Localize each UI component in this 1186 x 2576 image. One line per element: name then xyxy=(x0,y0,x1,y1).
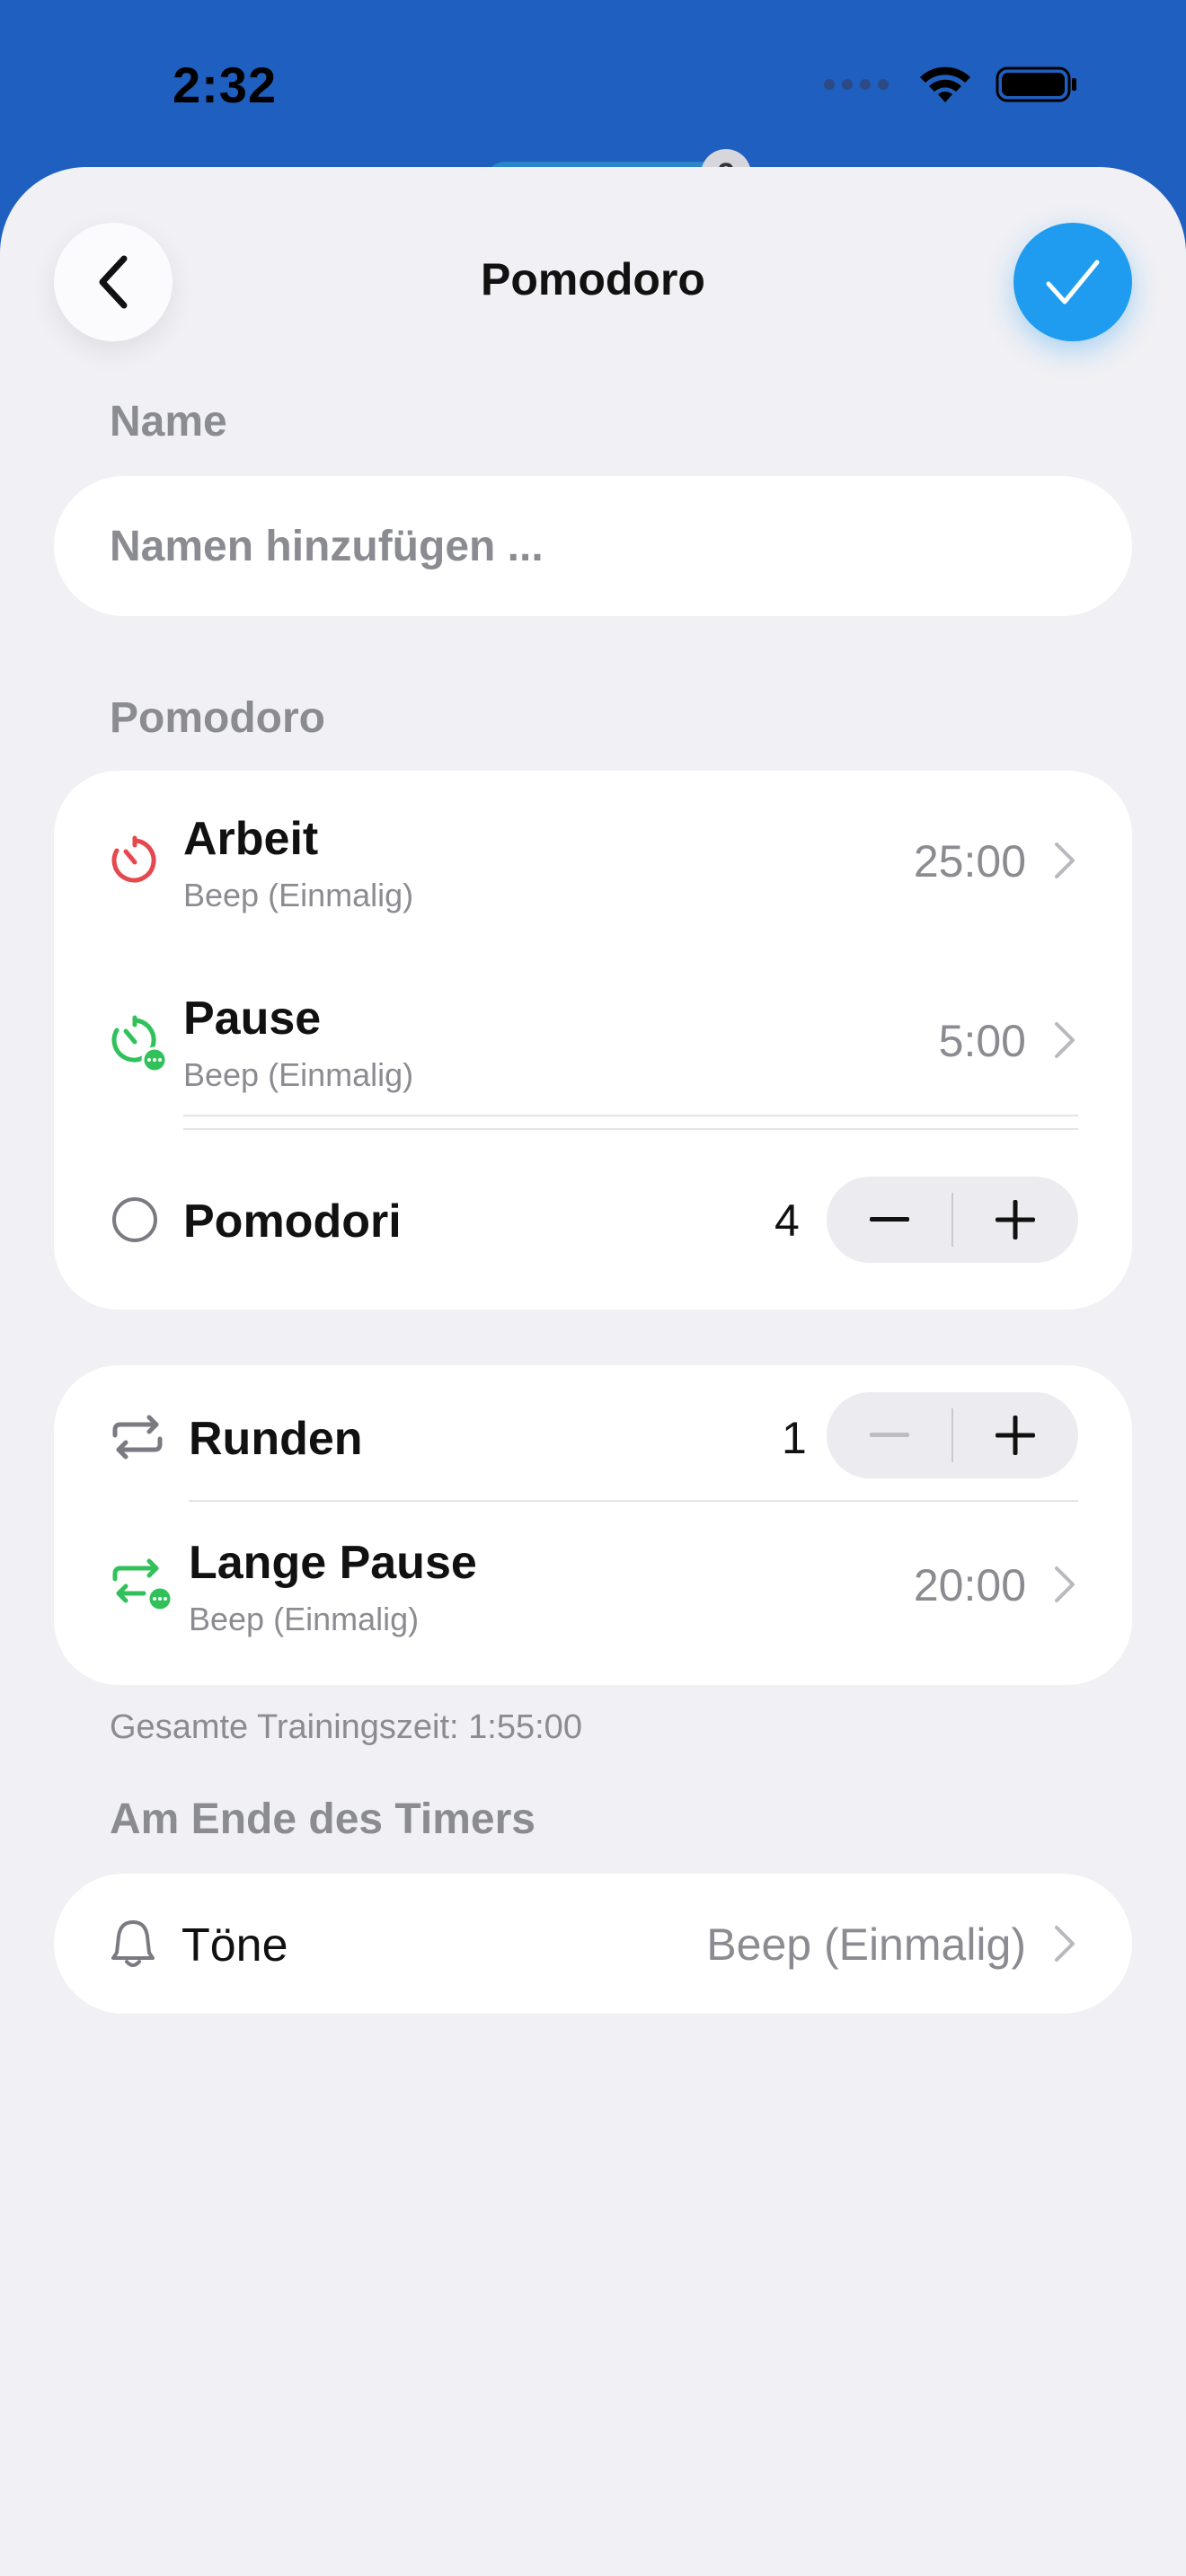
rounds-increment-button[interactable] xyxy=(952,1392,1078,1478)
confirm-button[interactable] xyxy=(1013,223,1132,341)
work-subtitle: Beep (Einmalig) xyxy=(183,877,414,913)
pomodori-count: 4 xyxy=(774,1195,800,1246)
pomodori-row: Pomodori 4 xyxy=(54,1130,1132,1310)
tones-row[interactable]: Töne Beep (Einmalig) xyxy=(54,1874,1132,2014)
work-title: Arbeit xyxy=(183,813,319,865)
chevron-right-icon xyxy=(1055,842,1075,878)
name-input[interactable] xyxy=(54,476,1132,616)
rounds-title: Runden xyxy=(189,1413,363,1465)
work-timer-icon xyxy=(111,835,156,883)
break-value: 5:00 xyxy=(938,1016,1026,1066)
page-title: Pomodoro xyxy=(481,254,705,304)
work-row[interactable]: Arbeit Beep (Einmalig) 25:00 xyxy=(54,771,1132,950)
status-bar: 2:32 xyxy=(0,0,1186,171)
long-break-subtitle: Beep (Einmalig) xyxy=(189,1601,420,1637)
bell-icon xyxy=(111,1920,155,1967)
long-break-value: 20:00 xyxy=(913,1560,1026,1610)
rounds-decrement-button[interactable] xyxy=(827,1392,952,1478)
status-icons xyxy=(823,65,1078,104)
chevron-right-icon xyxy=(1055,1566,1075,1602)
minus-icon xyxy=(870,1217,909,1222)
pomodori-decrement-button[interactable] xyxy=(827,1177,952,1263)
long-break-title: Lange Pause xyxy=(189,1537,477,1589)
cellular-signal-icon xyxy=(824,79,889,90)
battery-icon xyxy=(996,66,1076,102)
minus-icon xyxy=(870,1433,909,1437)
rounds-row: Runden 1 xyxy=(54,1365,1132,1509)
pomodoro-card: Arbeit Beep (Einmalig) 25:00 Pause Beep … xyxy=(54,771,1132,1310)
tones-card: Töne Beep (Einmalig) xyxy=(54,1874,1132,2014)
break-timer-icon xyxy=(111,1015,168,1073)
divider xyxy=(183,1128,1078,1130)
chevron-right-icon xyxy=(1055,1926,1075,1962)
pomodoro-section-label: Pomodoro xyxy=(110,694,325,742)
rounds-count: 1 xyxy=(782,1413,807,1463)
stepper-divider xyxy=(951,1193,953,1247)
work-value: 25:00 xyxy=(913,836,1026,887)
divider xyxy=(189,1500,1078,1502)
total-training-time: Gesamte Trainingszeit: 1:55:00 xyxy=(110,1708,582,1746)
pomodori-stepper xyxy=(827,1177,1078,1263)
circle-icon xyxy=(112,1197,157,1242)
plus-icon xyxy=(996,1416,1035,1455)
break-title: Pause xyxy=(183,992,322,1045)
stepper-divider xyxy=(951,1408,953,1462)
status-time: 2:32 xyxy=(173,57,278,113)
pomodori-title: Pomodori xyxy=(183,1195,402,1248)
break-subtitle: Beep (Einmalig) xyxy=(183,1056,414,1093)
long-break-repeat-icon xyxy=(112,1558,173,1612)
checkmark-icon xyxy=(1046,260,1100,304)
wifi-icon xyxy=(920,66,970,102)
long-break-row[interactable]: Lange Pause Beep (Einmalig) 20:00 xyxy=(54,1509,1132,1685)
name-section-label: Name xyxy=(110,398,227,446)
end-section-label: Am Ende des Timers xyxy=(110,1795,535,1843)
rounds-card: Runden 1 Lange Pause Beep (Einmalig) 20:… xyxy=(54,1365,1132,1685)
chevron-right-icon xyxy=(1055,1022,1075,1058)
repeat-icon xyxy=(112,1415,163,1460)
pomodori-increment-button[interactable] xyxy=(952,1177,1078,1263)
tones-title: Töne xyxy=(181,1919,288,1972)
edit-timer-sheet: Pomodoro Name Pomodoro Arbeit Beep (Einm… xyxy=(0,167,1186,2576)
tones-value: Beep (Einmalig) xyxy=(706,1919,1026,1970)
plus-icon xyxy=(996,1200,1035,1239)
break-row[interactable]: Pause Beep (Einmalig) 5:00 xyxy=(54,950,1132,1130)
rounds-stepper xyxy=(827,1392,1078,1478)
